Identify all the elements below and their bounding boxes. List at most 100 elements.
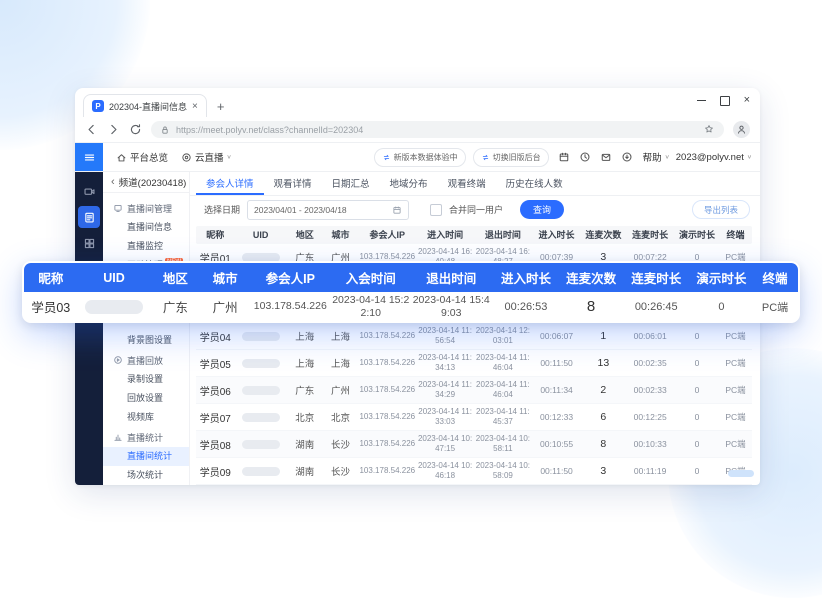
cell-nick: 学员08 [196,437,235,452]
channel-back-button[interactable]: ‹ 频道(20230418) [103,172,189,193]
polyv-favicon-icon: P [92,100,104,112]
cell-nick: 学员06 [196,383,235,398]
tab-参会人详情[interactable]: 参会人详情 [196,172,264,195]
overlay-column-header: UID [78,271,151,285]
overlay-column-header: 城市 [200,268,250,287]
merge-user-checkbox[interactable] [430,204,442,216]
cell-dur: 0 [675,439,719,449]
scrollbar-thumb[interactable] [728,470,754,477]
cell-term: PC端 [719,384,752,396]
browser-tab[interactable]: P 202304-直播间信息 × [83,94,207,117]
download-icon[interactable] [621,151,633,163]
sidebar-section: 直播回放 [103,350,189,370]
detail-tabs: 参会人详情观看详情日期汇总地域分布观看终端历史在线人数 [190,172,760,196]
cell-uid [235,386,287,395]
history-clock-icon[interactable] [579,151,591,163]
cell-cnt: 8 [581,438,625,450]
cell-loc: 上海 [287,356,323,370]
tab-观看详情[interactable]: 观看详情 [264,172,322,195]
overlay-cell-nick: 学员03 [24,297,78,316]
cell-loc: 上海 [287,329,323,343]
sidebar-item[interactable]: 录制设置 [103,370,189,389]
sidebar: ‹ 频道(20230418) 直播间管理直播间信息直播监控互动管理NEW背景图设… [103,172,190,485]
bookmark-star-icon[interactable] [704,124,715,135]
new-version-pill[interactable]: 新版本数据体验中 [374,148,466,167]
tab-历史在线人数[interactable]: 历史在线人数 [496,172,573,195]
cell-time: 2023-04-14 11:46:04 [474,353,532,373]
cell-time: 2023-04-14 10:58:11 [474,434,532,454]
forward-icon[interactable] [107,123,120,136]
redacted-uid-pill [242,467,280,476]
nav-cloud-live[interactable]: 云直播∨ [181,150,232,164]
cell-dur: 0 [675,412,719,422]
cell-time: 2023-04-14 11:34:29 [416,380,474,400]
tab-日期汇总[interactable]: 日期汇总 [322,172,380,195]
home-icon [116,152,127,163]
cell-time: 2023-04-14 11:46:04 [474,380,532,400]
switch-old-version-pill[interactable]: 切换旧版后台 [473,148,549,167]
close-button[interactable]: × [744,95,750,106]
cell-ip: 103.178.54.226 [358,439,416,449]
cell-cnt: 2 [581,384,625,396]
app-top-bar: 平台总览 云直播∨ 新版本数据体验中 切换旧版后台 帮助∨ 2023@polyv… [75,143,760,172]
cell-dur: 00:10:55 [532,439,582,449]
cell-uid [235,332,287,341]
tab-观看终端[interactable]: 观看终端 [438,172,496,195]
cloud-live-icon [181,152,192,163]
tab-地域分布[interactable]: 地域分布 [380,172,438,195]
reload-icon[interactable] [129,123,142,136]
cell-time: 2023-04-14 10:46:18 [416,461,474,481]
export-button[interactable]: 导出列表 [692,200,750,219]
sidebar-item[interactable]: 场次统计 [103,466,189,485]
cell-time: 2023-04-14 11:45:37 [474,407,532,427]
cell-dur: 00:11:50 [532,358,582,368]
sidebar-item[interactable]: 直播间统计 [103,447,189,466]
overlay-cell-term: PC端 [752,299,798,315]
document-list-icon[interactable] [78,206,100,228]
overlay-column-header: 地区 [150,268,200,287]
cell-term: PC端 [719,438,752,450]
overlay-column-header: 入会时间 [331,268,411,287]
maximize-button[interactable] [720,96,730,106]
redacted-uid-pill [242,332,280,341]
cell-cnt: 6 [581,411,625,423]
address-bar[interactable]: https://meet.polyv.net/class?channelId=2… [151,121,724,138]
date-range-input[interactable]: 2023/04/01 - 2023/04/18 [247,200,409,220]
cell-nick: 学员05 [196,356,235,371]
redacted-uid-pill [242,440,280,449]
help-menu[interactable]: 帮助∨ [643,150,670,164]
icon-rail [75,172,103,485]
calendar-icon [392,205,402,215]
column-header: 进入时间 [416,228,474,241]
cell-uid [235,413,287,422]
calendar-icon[interactable] [558,151,570,163]
video-camera-icon[interactable] [78,180,100,202]
overlay-cell-cnt: 8 [560,298,621,315]
back-icon[interactable] [85,123,98,136]
sidebar-item[interactable]: 背景图设置 [103,331,189,350]
cell-loc: 上海 [323,356,359,370]
cell-ip: 103.178.54.226 [358,331,416,341]
sidebar-item[interactable]: 回放设置 [103,389,189,408]
sidebar-item[interactable]: 直播监控 [103,237,189,256]
tab-close-icon[interactable]: × [192,101,198,112]
minimize-button[interactable] [697,100,706,101]
column-header: 地区 [287,228,323,241]
cell-time: 2023-04-14 10:58:09 [474,461,532,481]
menu-button[interactable] [75,143,103,171]
cell-time: 2023-04-14 11:56:54 [416,326,474,346]
profile-avatar[interactable] [733,121,750,138]
account-menu[interactable]: 2023@polyv.net∨ [676,152,752,163]
grid-icon[interactable] [78,232,100,254]
cell-dur: 00:10:33 [625,439,675,449]
nav-platform-overview[interactable]: 平台总览 [116,150,168,164]
cell-dur: 00:02:33 [625,385,675,395]
sidebar-item[interactable]: 直播间信息 [103,218,189,237]
new-tab-button[interactable]: + [217,97,225,117]
message-icon[interactable] [600,151,612,163]
cell-loc: 北京 [287,410,323,424]
query-button[interactable]: 查询 [520,200,564,219]
cell-term: PC端 [719,330,752,342]
sidebar-item[interactable]: 视频库 [103,408,189,427]
cell-loc: 长沙 [323,437,359,451]
